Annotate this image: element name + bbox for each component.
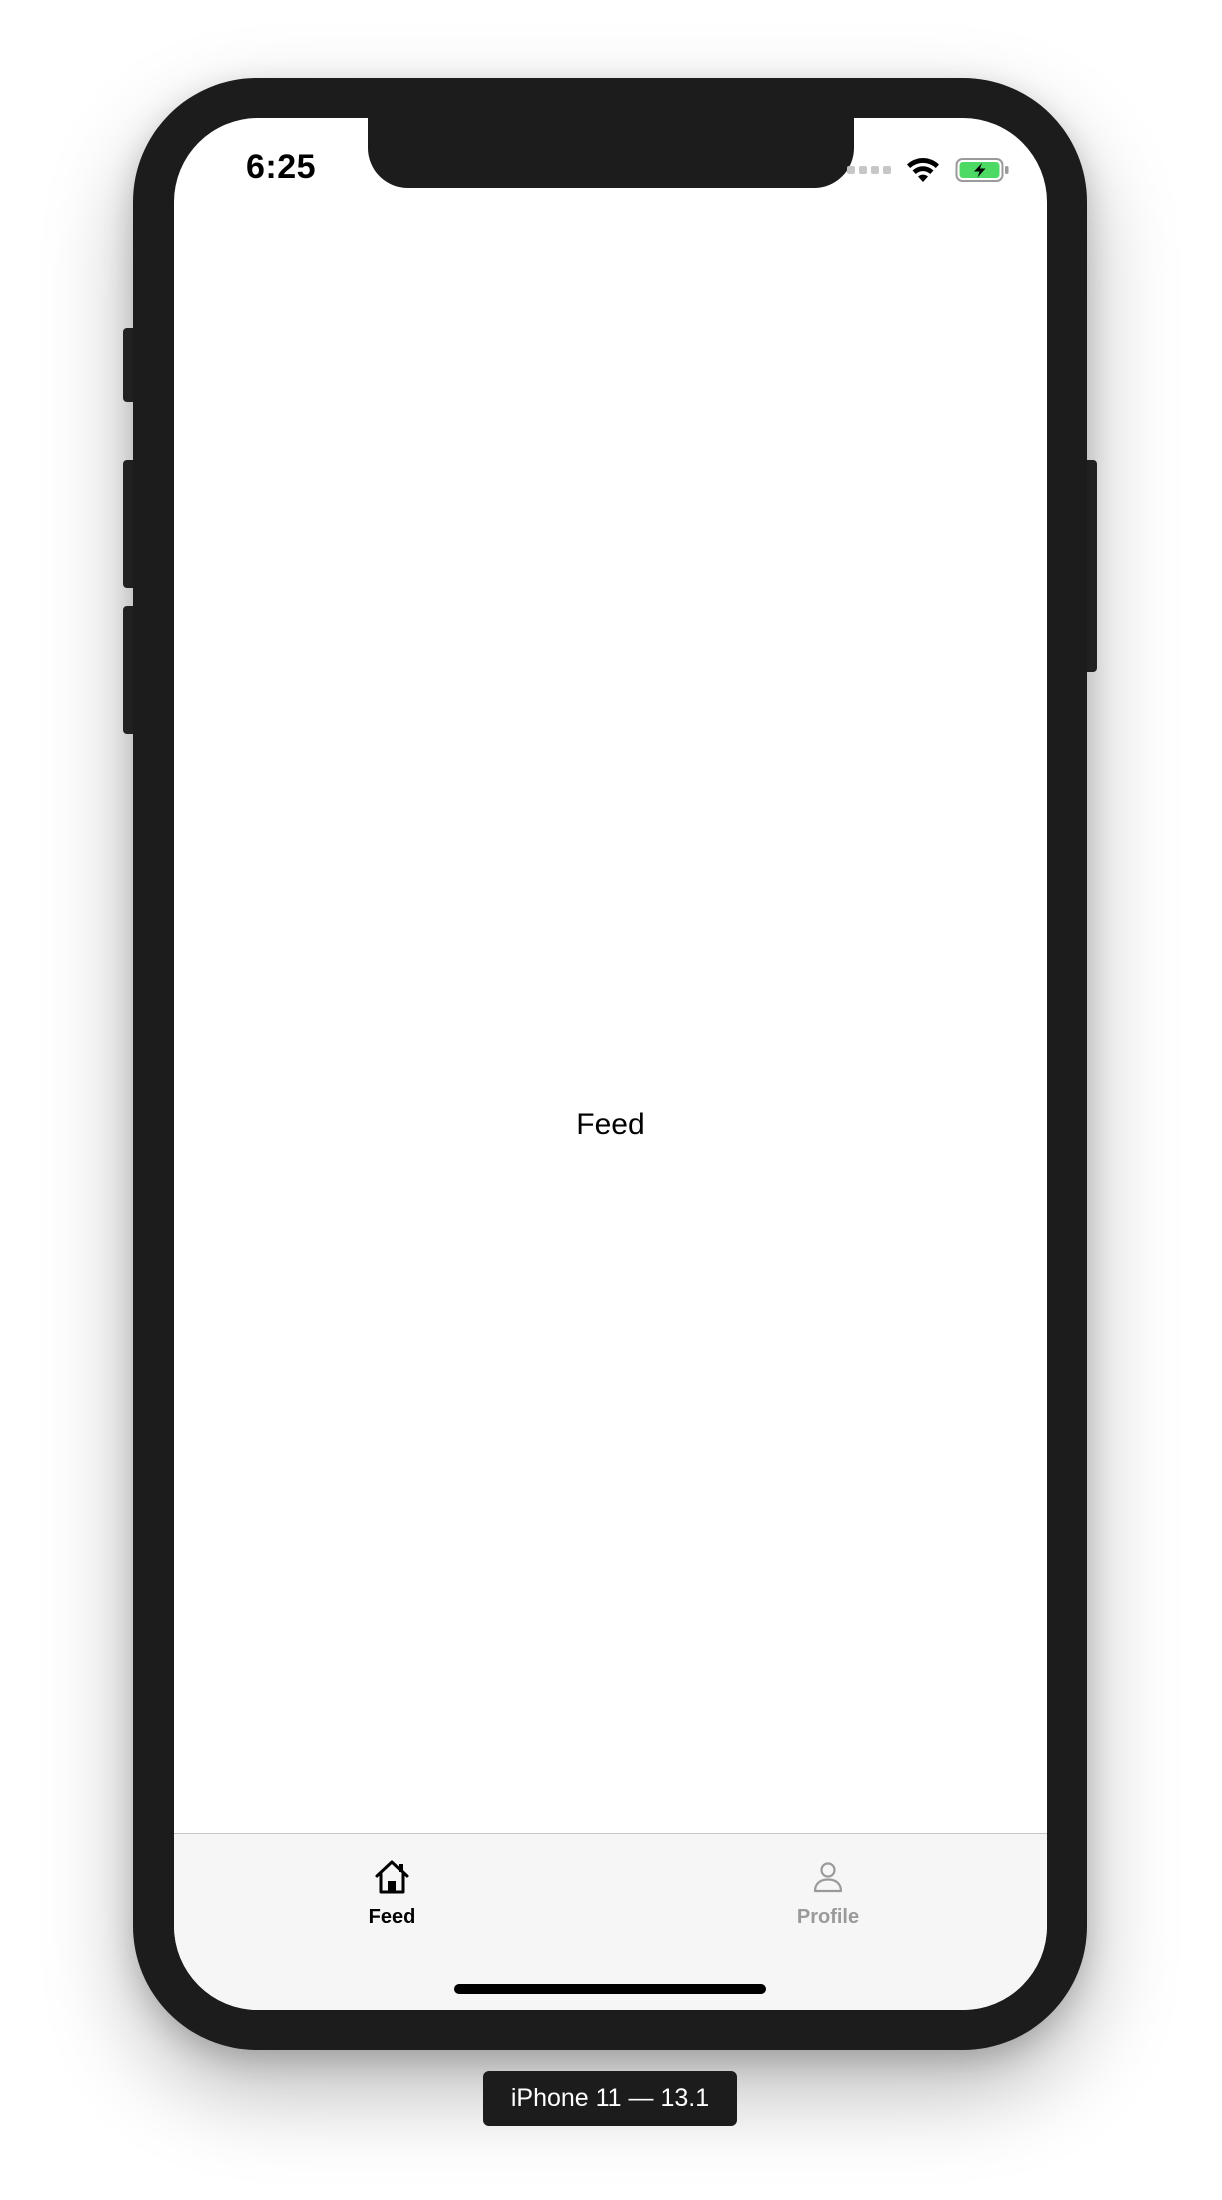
simulator-stage: 6:25 Feed Feed Profile iPhone 11 — 13.1 — [0, 0, 1222, 2200]
tab-feed-label: Feed — [368, 1906, 416, 1928]
signal-dots-icon — [847, 166, 891, 174]
tab-profile[interactable]: Profile — [728, 1856, 928, 1929]
tab-feed[interactable]: Feed — [292, 1856, 492, 1929]
device-badge: iPhone 11 — 13.1 — [483, 2071, 737, 2126]
battery-charging-icon — [955, 158, 1009, 182]
person-icon — [813, 1862, 843, 1893]
status-indicators — [847, 156, 1011, 184]
status-time: 6:25 — [246, 148, 317, 186]
home-icon — [375, 1860, 409, 1894]
device-screen: 6:25 Feed Feed Profile — [174, 118, 1047, 2010]
notch — [368, 118, 854, 188]
tab-bar: Feed Profile — [174, 1833, 1047, 2010]
tab-profile-label: Profile — [796, 1906, 860, 1928]
home-indicator[interactable] — [454, 1984, 766, 1994]
feed-screen-title: Feed — [576, 1108, 645, 1141]
wifi-icon — [907, 158, 939, 182]
